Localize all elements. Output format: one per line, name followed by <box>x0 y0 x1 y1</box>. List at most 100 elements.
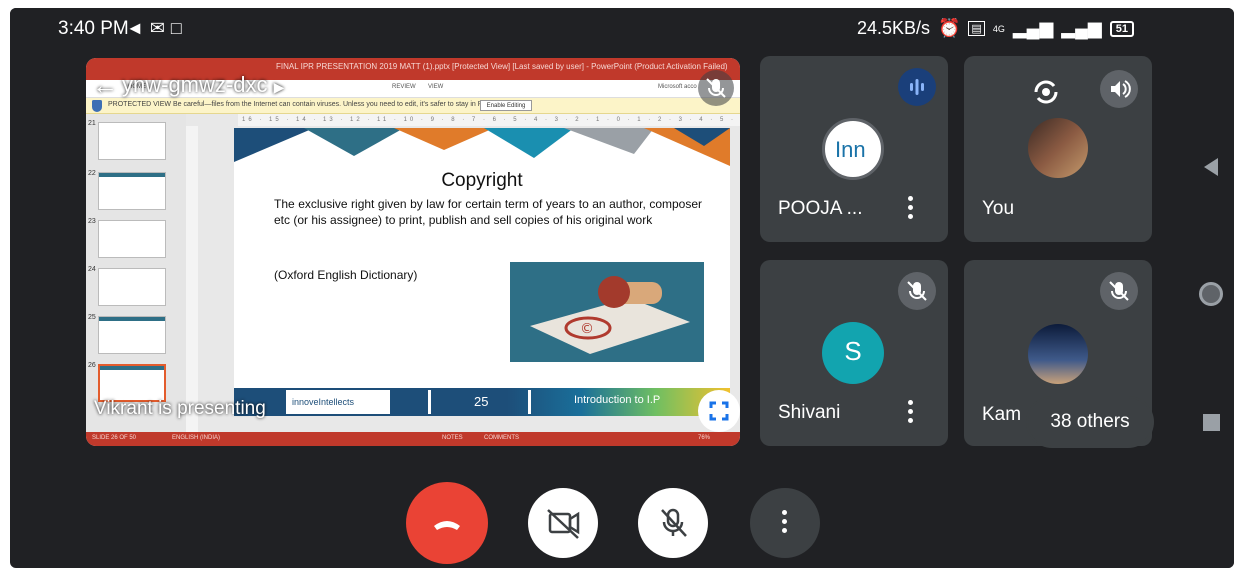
ppt-zoom: 76% <box>698 435 711 441</box>
nav-recents-icon[interactable] <box>1203 414 1220 431</box>
thumb-number: 22 <box>88 170 96 177</box>
ribbon-account: Microsoft acco <box>658 84 697 90</box>
avatar-text: S <box>844 336 862 366</box>
thumb-number: 24 <box>88 266 96 273</box>
flip-camera-icon[interactable] <box>1030 76 1062 108</box>
slide-thumbnail <box>98 172 166 210</box>
ppt-comments: COMMENTS <box>484 435 519 441</box>
footer-topic: Introduction to I.P <box>574 394 661 406</box>
footer-slide-number: 25 <box>474 394 489 409</box>
end-call-button[interactable] <box>406 482 488 564</box>
more-vert-icon[interactable] <box>908 196 914 220</box>
mic-toggle-button[interactable] <box>638 488 708 558</box>
speaker-icon[interactable] <box>1100 70 1138 108</box>
nav-home-icon[interactable] <box>1199 282 1223 306</box>
slide-banner-graphic <box>234 128 730 166</box>
svg-text:©: © <box>580 321 594 337</box>
others-chip[interactable]: 38 others <box>1028 398 1152 446</box>
slide-reference: (Oxford English Dictionary) <box>274 268 418 282</box>
slide-footer: innoveIntellects 25 Introduction to I.P <box>234 388 730 416</box>
footer-separator <box>528 390 531 414</box>
enable-editing-button: Enable Editing <box>480 100 532 111</box>
speaking-indicator-icon <box>898 68 936 106</box>
mic-off-icon <box>1100 272 1138 310</box>
ribbon-tab-review: REVIEW <box>392 84 416 90</box>
status-bar: 3:40 PM ◄✉□ 24.5KB/s ⏰ ▤ 4G ▂▄▆ ▂▄▆ 51 <box>10 8 1234 48</box>
shield-icon <box>92 100 102 112</box>
status-right: 24.5KB/s ⏰ ▤ 4G ▂▄▆ ▂▄▆ 51 <box>857 18 1134 39</box>
slide-body: The exclusive right given by law for cer… <box>274 197 702 227</box>
avatar: S <box>822 322 884 384</box>
vertical-ruler <box>186 126 198 432</box>
avatar <box>1028 324 1088 384</box>
ppt-notes: NOTES <box>442 435 463 441</box>
presenter-mic-off-icon <box>698 70 734 106</box>
mic-off-icon <box>661 508 687 537</box>
nav-back-icon[interactable] <box>1204 158 1218 176</box>
status-time: 3:40 PM <box>58 18 129 39</box>
ppt-language: ENGLISH (INDIA) <box>172 435 221 441</box>
avatar-text: Inn <box>835 137 866 162</box>
others-count: 38 others <box>1050 411 1130 432</box>
ppt-status-bar: SLIDE 26 OF 50 ENGLISH (INDIA) NOTES COM… <box>86 432 740 446</box>
footer-separator <box>428 390 431 414</box>
protected-view-bar: PROTECTED VIEW Be careful—files from the… <box>86 98 740 114</box>
thumb-number: 21 <box>88 120 96 127</box>
participant-name: POOJA ... <box>778 198 863 219</box>
notification-icons: ◄✉□ <box>126 18 188 39</box>
gmail-icon: ✉ <box>149 18 171 38</box>
net-speed: 24.5KB/s <box>856 18 930 38</box>
participant-tile-shivani[interactable]: S Shivani <box>760 260 948 446</box>
avatar <box>1028 118 1088 178</box>
footer-logo: innoveIntellects <box>286 390 390 414</box>
slide-thumbnail <box>98 220 166 258</box>
participant-tile-pooja[interactable]: Inn POOJA ... <box>760 56 948 242</box>
participant-name: Shivani <box>778 402 841 423</box>
more-options-button[interactable] <box>750 488 820 558</box>
participant-tile-you[interactable]: You <box>964 56 1152 242</box>
battery-icon: 51 <box>1109 20 1134 37</box>
signal-bars-2-icon: ▂▄▆ <box>1061 18 1102 38</box>
slide-thumbnail-active <box>98 364 166 402</box>
participant-name: You <box>982 198 1015 219</box>
thumb-number: 25 <box>88 314 96 321</box>
ppt-slide-info: SLIDE 26 OF 50 <box>92 435 137 441</box>
volte-icon: ▤ <box>968 21 985 36</box>
protected-view-text: PROTECTED VIEW Be careful—files from the… <box>108 101 527 108</box>
more-vert-icon[interactable] <box>908 400 914 424</box>
presenter-label: Vikrant is presenting <box>94 398 266 419</box>
video-off-icon <box>547 509 580 539</box>
more-vert-icon <box>782 510 788 534</box>
camera-notification-icon: □ <box>170 18 188 38</box>
android-nav-bar <box>1190 48 1234 568</box>
mic-off-icon <box>898 272 936 310</box>
thumb-number: 26 <box>88 362 96 369</box>
slide-thumbnail <box>98 268 166 306</box>
signal-4g-label: 4G <box>992 23 1005 34</box>
slide-thumbnail <box>98 122 166 160</box>
participant-name: Kam <box>982 404 1022 425</box>
slide-title: Copyright <box>441 170 523 191</box>
fullscreen-icon <box>709 401 729 421</box>
slide-thumbnail <box>98 316 166 354</box>
meeting-code-text: ynw-gmwz-dxc <box>122 72 268 97</box>
slide-thumbnails: 21 22 23 24 25 26 <box>86 114 186 432</box>
avatar: Inn <box>822 118 884 180</box>
arrow-left-icon[interactable]: ← <box>92 70 118 101</box>
fullscreen-button[interactable] <box>698 390 740 432</box>
phone-screen: 3:40 PM ◄✉□ 24.5KB/s ⏰ ▤ 4G ▂▄▆ ▂▄▆ 51 F… <box>10 8 1234 568</box>
meeting-code[interactable]: ynw-gmwz-dxc ▶ <box>122 72 284 98</box>
ppt-title: FINAL IPR PRESENTATION 2019 MATT (1).ppt… <box>276 62 728 71</box>
play-icon: ▶ <box>273 79 285 95</box>
signal-bars-icon: ▂▄▆ <box>1012 18 1054 38</box>
thumb-number: 23 <box>88 218 96 225</box>
horizontal-ruler: 16 · 15 · 14 · 13 · 12 · 11 · 10 · 9 · 8… <box>238 114 740 126</box>
shared-presentation[interactable]: FINAL IPR PRESENTATION 2019 MATT (1).ppt… <box>86 58 740 446</box>
copyright-stamp-image: © <box>510 262 704 362</box>
phone-hangup-icon <box>434 521 460 530</box>
camera-toggle-button[interactable] <box>528 488 598 558</box>
telegram-icon: ◄ <box>126 18 150 38</box>
ribbon-tab-view: VIEW <box>428 84 444 90</box>
alarm-icon: ⏰ <box>938 18 961 38</box>
current-slide: Copyright The exclusive right given by l… <box>234 128 730 416</box>
